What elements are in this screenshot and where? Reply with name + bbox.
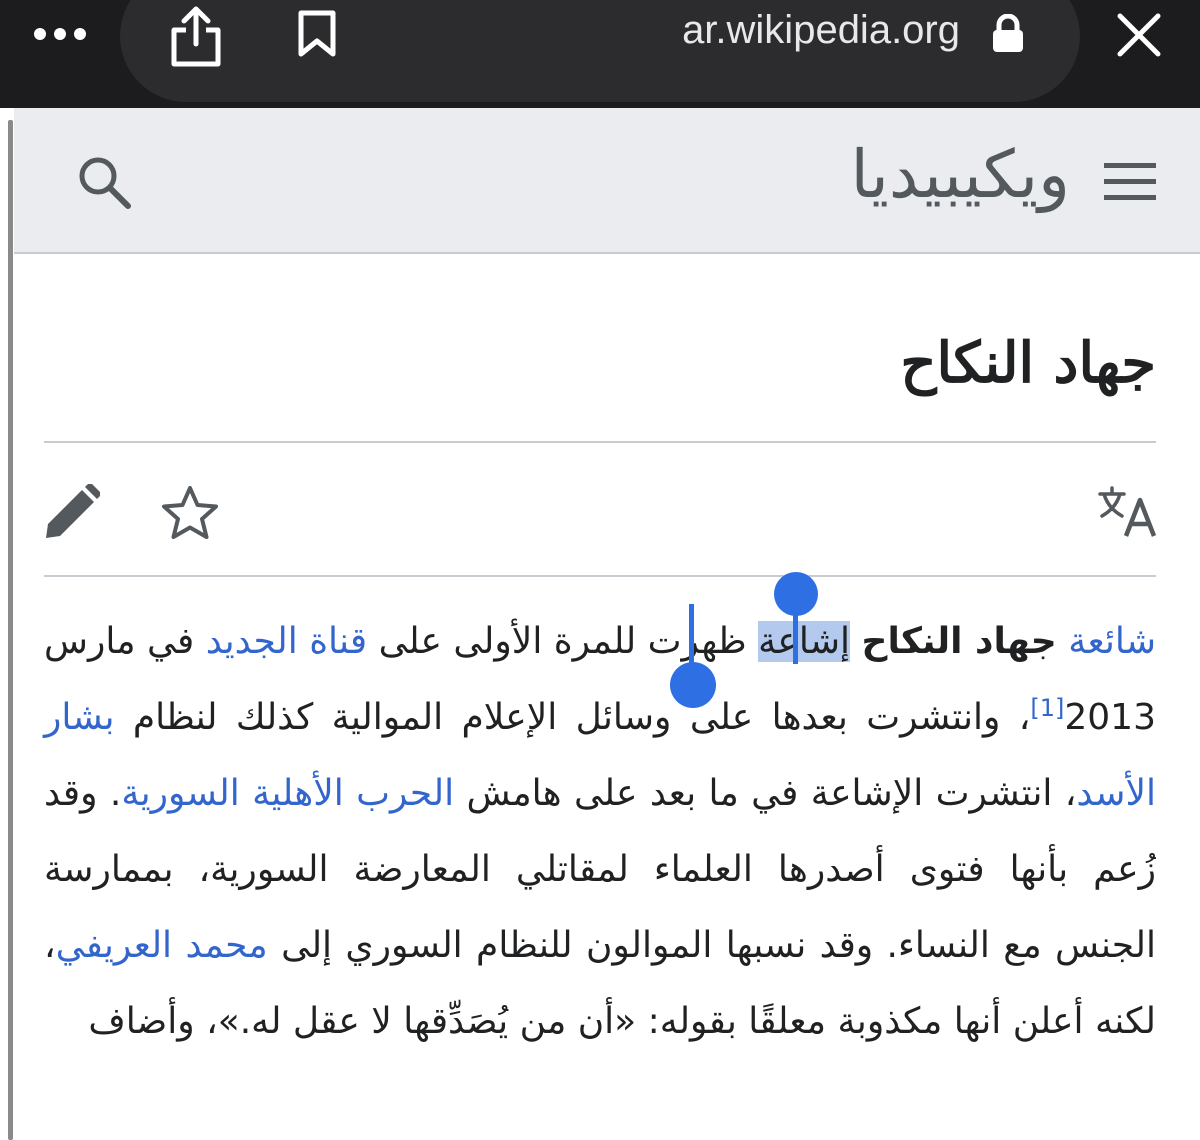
article-text: ظهرت للمرة الأولى على xyxy=(367,621,759,662)
url-text[interactable]: ar.wikipedia.org xyxy=(600,8,960,53)
reference-link[interactable]: [1] xyxy=(1030,694,1064,722)
share-icon[interactable] xyxy=(168,6,224,72)
close-icon[interactable] xyxy=(1114,10,1164,64)
divider xyxy=(44,575,1156,577)
star-icon[interactable] xyxy=(160,484,220,546)
bookmark-icon[interactable] xyxy=(296,10,338,62)
page-title: جهاد النكاح xyxy=(900,330,1156,396)
lock-icon xyxy=(990,13,1026,58)
article-text: ، انتشرت الإشاعة في ما بعد على هامش xyxy=(454,773,1077,814)
link-rumor[interactable]: شائعة xyxy=(1068,621,1156,662)
article-subject: جهاد النكاح xyxy=(861,621,1057,662)
link-al-jadeed[interactable]: قناة الجديد xyxy=(206,621,367,662)
text-selection[interactable]: إشاعة xyxy=(758,621,851,662)
selection-handle-start-knob[interactable] xyxy=(774,572,818,616)
more-icon[interactable] xyxy=(34,22,90,46)
scroll-indicator xyxy=(8,120,13,1140)
article-paragraph: شائعة جهاد النكاح إشاعة ظهرت للمرة الأول… xyxy=(44,604,1156,1060)
browser-toolbar: ar.wikipedia.org xyxy=(0,0,1200,108)
article-text: ، وانتشرت بعدها على وسائل الإعلام الموال… xyxy=(114,697,1031,738)
divider xyxy=(44,441,1156,443)
language-icon[interactable] xyxy=(1098,486,1160,542)
selection-handle-end-knob[interactable] xyxy=(670,662,716,708)
link-syrian-civil-war[interactable]: الحرب الأهلية السورية xyxy=(121,773,454,814)
search-icon[interactable] xyxy=(76,154,134,216)
selection-handle-end xyxy=(689,604,694,668)
wikipedia-logo[interactable]: ويكيبيديا xyxy=(700,136,1070,213)
menu-icon[interactable] xyxy=(1102,160,1158,208)
edit-icon[interactable] xyxy=(44,482,102,544)
link-muhammad-al-arifi[interactable]: محمد العريفي xyxy=(56,925,268,966)
